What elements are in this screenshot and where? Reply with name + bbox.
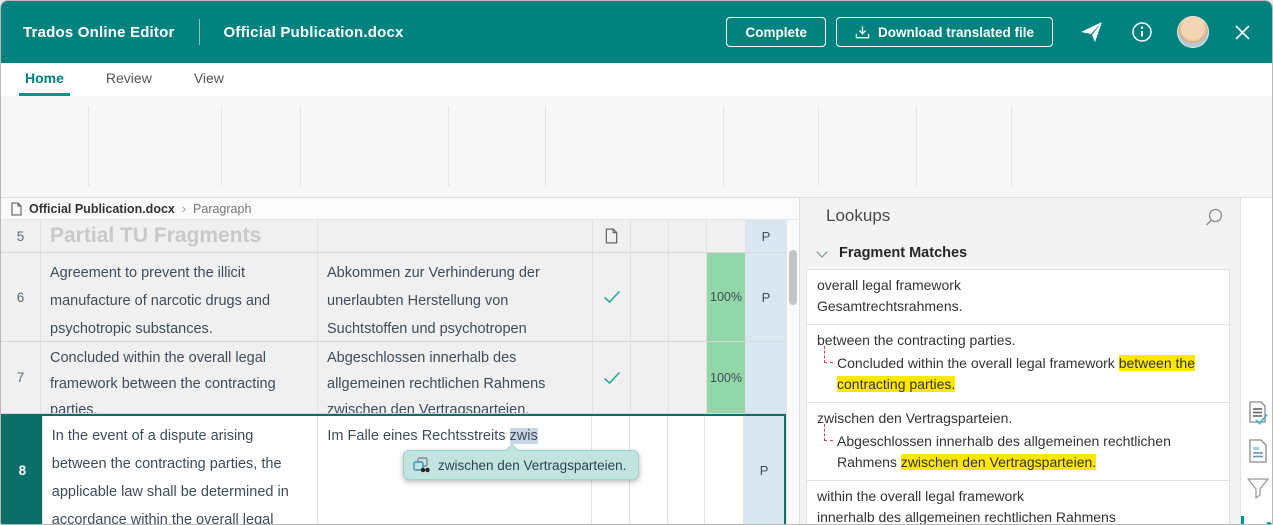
complete-button[interactable]: Complete (726, 17, 826, 47)
fragment-match-item[interactable]: overall legal framework Gesamtrechtsrahm… (806, 269, 1230, 325)
confirmed-check-icon (603, 371, 621, 385)
target-cell[interactable]: Abgeschlossen innerhalb des allgemeinen … (318, 342, 593, 413)
breadcrumb-section[interactable]: Paragraph (193, 202, 251, 216)
source-cell[interactable]: Partial TU Fragments (41, 220, 318, 252)
fragment-match-item[interactable]: between the contracting parties. Conclud… (806, 324, 1230, 403)
editor-main: Official Publication.docx › Paragraph 5 … (1, 198, 1272, 524)
segment-row-7: 7 Concluded within the overall legal fra… (1, 342, 786, 414)
segment-row-8-active: 8 In the event of a dispute arising betw… (1, 414, 786, 525)
status-cell (593, 342, 631, 413)
match-cell (707, 220, 746, 252)
tab-review[interactable]: Review (100, 63, 158, 96)
fragment-match-item[interactable]: zwischen den Vertragsparteien. Abgeschlo… (806, 402, 1230, 481)
structure-document-icon (605, 228, 618, 244)
app-title: Trados Online Editor (23, 24, 175, 41)
active-panel-indicator (1241, 516, 1244, 525)
trados-online-editor-window: Trados Online Editor Official Publicatio… (0, 0, 1273, 525)
grid-scrollbar-thumb[interactable] (789, 250, 797, 305)
chevron-down-icon (816, 246, 827, 257)
segment-row-5: 5 Partial TU Fragments P (1, 220, 786, 253)
locked-flag-cell: P (746, 220, 786, 252)
side-toolbar (1240, 198, 1273, 524)
segment-number[interactable]: 7 (1, 342, 41, 413)
ribbon-tabs: Home Review View (1, 63, 1272, 96)
match-cell: 100% (707, 342, 746, 413)
user-avatar[interactable] (1177, 16, 1209, 48)
close-icon[interactable] (1235, 25, 1250, 40)
segment-row-6: 6 Agreement to prevent the illicit manuf… (1, 253, 786, 342)
paper-plane-icon[interactable] (1079, 20, 1105, 44)
breadcrumb: Official Publication.docx › Paragraph (1, 198, 798, 220)
fragment-match-item[interactable]: within the overall legal framework inner… (806, 480, 1230, 525)
locked-flag-cell (746, 342, 786, 413)
info-icon[interactable] (1131, 21, 1153, 43)
autosuggest-popup[interactable]: zwischen den Vertragsparteien. (403, 450, 639, 480)
fragment-matches-section-header[interactable]: Fragment Matches (818, 245, 967, 261)
source-cell[interactable]: Concluded within the overall legal frame… (41, 342, 318, 413)
lookups-title: Lookups (826, 206, 890, 226)
match-cell (705, 416, 744, 524)
match-cell: 100% (707, 253, 746, 341)
breadcrumb-document[interactable]: Official Publication.docx (29, 202, 175, 216)
confirmed-check-icon (603, 290, 621, 304)
source-cell[interactable]: Agreement to prevent the illicit manufac… (41, 253, 318, 341)
review-document-icon[interactable] (1247, 401, 1269, 425)
highlighted-fragment: zwischen den Vertragsparteien. (901, 454, 1096, 470)
source-cell[interactable]: In the event of a dispute arising betwee… (43, 416, 319, 524)
locked-flag-cell: P (746, 253, 786, 341)
document-title: Official Publication.docx (224, 24, 404, 41)
autosuggest-selection: zwis (510, 428, 538, 444)
fragment-match-icon (413, 457, 430, 473)
grid-scrollbar (786, 220, 798, 524)
fragment-match-list: overall legal framework Gesamtrechtsrahm… (806, 270, 1230, 525)
download-icon (855, 25, 870, 40)
file-details-icon[interactable] (1247, 439, 1269, 463)
titlebar: Trados Online Editor Official Publicatio… (1, 1, 1272, 63)
tab-view[interactable]: View (188, 63, 230, 96)
ribbon: ↺ Undo ↻ Redo History Paste ✂ Cut (1, 96, 1272, 198)
segment-number[interactable]: 5 (1, 220, 41, 252)
tab-home[interactable]: Home (19, 63, 70, 96)
target-cell[interactable] (318, 220, 593, 252)
status-cell (593, 220, 631, 252)
lookups-panel: Lookups Fragment Matches overall legal f… (799, 198, 1240, 524)
search-icon[interactable] (1204, 207, 1224, 227)
document-icon (11, 202, 22, 216)
titlebar-divider (199, 19, 200, 45)
filter-icon[interactable] (1247, 477, 1269, 501)
target-cell[interactable]: Abkommen zur Verhinderung der unerlaubte… (318, 253, 593, 341)
download-translated-file-button[interactable]: Download translated file (836, 17, 1053, 47)
status-cell (593, 253, 631, 341)
segment-number[interactable]: 6 (1, 253, 41, 341)
segment-number[interactable]: 8 (3, 416, 43, 524)
locked-flag-cell: P (744, 416, 784, 524)
